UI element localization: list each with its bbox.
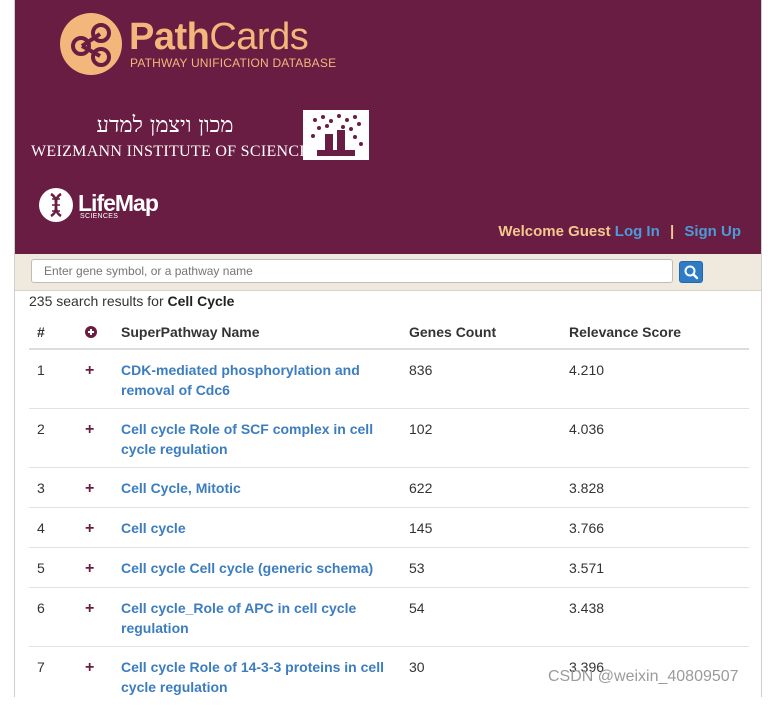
row-num: 6 — [29, 588, 77, 647]
account-separator: | — [670, 223, 674, 240]
pathcards-wordmark[interactable]: PathCards — [129, 15, 308, 59]
table-row: 6 + Cell cycle_Role of APC in cell cycle… — [29, 588, 749, 647]
pathway-link[interactable]: Cell cycle — [121, 520, 186, 536]
results-summary: 235 search results for Cell Cycle — [29, 293, 234, 309]
search-icon — [680, 262, 702, 282]
column-header-score[interactable]: Relevance Score — [569, 315, 749, 349]
plus-circle-icon[interactable] — [85, 326, 97, 338]
search-input[interactable] — [31, 259, 673, 283]
lifemap-subtitle: SCIENCES — [80, 213, 118, 220]
pathway-link[interactable]: CDK-mediated phosphorylation and removal… — [121, 362, 360, 398]
table-row: 3 + Cell Cycle, Mitotic 622 3.828 — [29, 468, 749, 508]
signup-link[interactable]: Sign Up — [684, 223, 741, 240]
expand-plus-icon[interactable]: + — [77, 659, 94, 676]
results-query: Cell Cycle — [168, 293, 235, 309]
genes-count: 53 — [409, 548, 569, 588]
column-header-expand[interactable] — [77, 315, 121, 349]
row-num: 1 — [29, 349, 77, 409]
pathway-link[interactable]: Cell cycle_Role of APC in cell cycle reg… — [121, 600, 356, 636]
genes-count: 102 — [409, 409, 569, 468]
genes-count: 30 — [409, 647, 569, 705]
weizmann-emblem-icon — [303, 110, 369, 160]
genes-count: 622 — [409, 468, 569, 508]
expand-plus-icon[interactable]: + — [77, 560, 94, 577]
welcome-text: Welcome Guest — [498, 223, 610, 240]
column-header-num: # — [29, 315, 77, 349]
row-num: 5 — [29, 548, 77, 588]
row-num: 7 — [29, 647, 77, 705]
pathway-link[interactable]: Cell cycle Cell cycle (generic schema) — [121, 560, 373, 576]
pathway-link[interactable]: Cell cycle Role of SCF complex in cell c… — [121, 421, 373, 457]
watermark-text: CSDN @weixin_40809507 — [548, 668, 739, 686]
expand-plus-icon[interactable]: + — [77, 480, 94, 497]
relevance-score: 4.210 — [569, 349, 749, 409]
column-header-genes[interactable]: Genes Count — [409, 315, 569, 349]
pathway-link[interactable]: Cell Cycle, Mitotic — [121, 480, 241, 496]
expand-plus-icon[interactable]: + — [77, 520, 94, 537]
column-header-name[interactable]: SuperPathway Name — [121, 315, 409, 349]
row-num: 4 — [29, 508, 77, 548]
pathcards-subtitle: PATHWAY UNIFICATION DATABASE — [130, 56, 336, 70]
pathcards-logo-icon[interactable] — [60, 13, 122, 75]
account-bar: Welcome Guest Log In | Sign Up — [498, 223, 741, 240]
relevance-score: 3.828 — [569, 468, 749, 508]
table-header-row: # SuperPathway Name Genes Count Relevanc… — [29, 315, 749, 349]
relevance-score: 3.438 — [569, 588, 749, 647]
results-count-text: 235 search results for — [29, 293, 164, 309]
row-num: 3 — [29, 468, 77, 508]
table-row: 4 + Cell cycle 145 3.766 — [29, 508, 749, 548]
genes-count: 836 — [409, 349, 569, 409]
relevance-score: 3.766 — [569, 508, 749, 548]
lifemap-logo-icon[interactable] — [39, 188, 73, 222]
search-bar — [15, 254, 761, 291]
genes-count: 145 — [409, 508, 569, 548]
table-row: 5 + Cell cycle Cell cycle (generic schem… — [29, 548, 749, 588]
table-row: 1 + CDK-mediated phosphorylation and rem… — [29, 349, 749, 409]
expand-plus-icon[interactable]: + — [77, 600, 94, 617]
login-link[interactable]: Log In — [615, 223, 660, 240]
expand-plus-icon[interactable]: + — [77, 362, 94, 379]
genes-count: 54 — [409, 588, 569, 647]
table-row: 2 + Cell cycle Role of SCF complex in ce… — [29, 409, 749, 468]
site-header: PathCards PATHWAY UNIFICATION DATABASE מ… — [15, 0, 761, 254]
weizmann-english-name: WEIZMANN INSTITUTE OF SCIENCE — [31, 143, 309, 161]
page-frame: PathCards PATHWAY UNIFICATION DATABASE מ… — [14, 0, 762, 697]
weizmann-hebrew-name: מכון ויצמן למדע — [95, 112, 235, 138]
relevance-score: 3.571 — [569, 548, 749, 588]
search-button[interactable] — [679, 261, 703, 283]
relevance-score: 4.036 — [569, 409, 749, 468]
expand-plus-icon[interactable]: + — [77, 421, 94, 438]
row-num: 2 — [29, 409, 77, 468]
results-table: # SuperPathway Name Genes Count Relevanc… — [29, 315, 749, 705]
pathway-link[interactable]: Cell cycle Role of 14-3-3 proteins in ce… — [121, 659, 384, 695]
